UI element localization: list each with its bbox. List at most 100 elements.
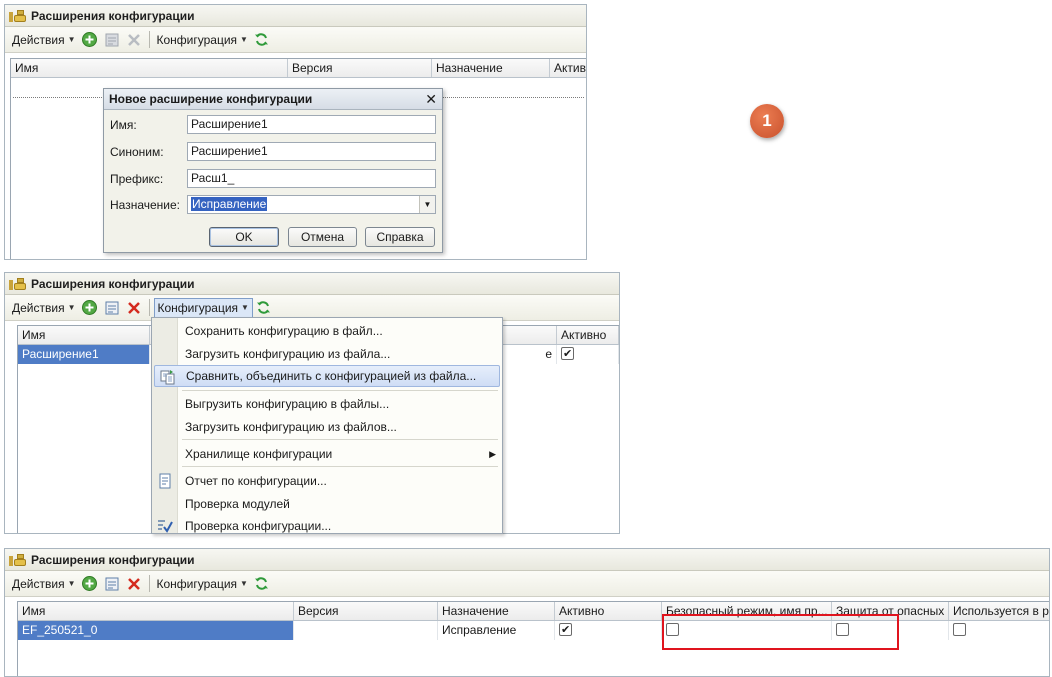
dialog-title: Новое расширение конфигурации <box>109 92 313 106</box>
edit-icon[interactable] <box>104 300 120 316</box>
menu-item-check-modules[interactable]: Проверка модулей <box>152 493 502 515</box>
add-icon[interactable] <box>82 300 98 316</box>
name-field[interactable]: Расширение1 <box>187 115 436 134</box>
ok-button[interactable]: OK <box>209 227 279 247</box>
panel-title-bar: Расширения конфигурации <box>5 273 619 295</box>
help-button[interactable]: Справка <box>365 227 435 247</box>
row-active-cell[interactable] <box>555 621 662 640</box>
active-checkbox[interactable] <box>559 621 572 640</box>
synonym-row: Синоним: Расширение1 <box>110 142 436 161</box>
configuration-menu-button[interactable]: Конфигурация ▼ <box>154 574 251 594</box>
configuration-menu: Сохранить конфигурацию в файл... Загрузи… <box>151 317 503 534</box>
add-icon[interactable] <box>82 32 98 48</box>
grid-header: Имя Версия Назначение Активно <box>11 59 586 78</box>
report-icon <box>157 473 173 489</box>
column-name-header[interactable]: Имя <box>18 602 294 620</box>
row-name-cell[interactable]: Расширение1 <box>18 345 150 364</box>
menu-item-config-repository[interactable]: Хранилище конфигурации ▶ <box>152 443 502 465</box>
active-checkbox[interactable] <box>561 345 574 364</box>
toolbar: Действия ▼ Конфигурация ▼ <box>5 571 1049 597</box>
toolbar-separator <box>148 31 150 48</box>
prefix-row: Префикс: Расш1_ <box>110 169 436 188</box>
panel-title: Расширения конфигурации <box>31 8 195 23</box>
column-used-in-header[interactable]: Используется в р <box>949 602 1049 620</box>
close-icon[interactable]: ✕ <box>425 91 437 108</box>
extensions-panel-3: Расширения конфигурации Действия ▼ Конфиг… <box>4 548 1050 677</box>
add-icon[interactable] <box>82 576 98 592</box>
column-active-header[interactable]: Активно <box>557 326 619 344</box>
toolbar: Действия ▼ Конфигурация ▼ <box>5 27 586 53</box>
delete-icon[interactable] <box>126 32 142 48</box>
panel-title-bar: Расширения конфигурации <box>5 5 586 27</box>
column-active-header[interactable]: Активно <box>550 59 586 77</box>
name-label: Имя: <box>110 117 137 132</box>
menu-item-config-report[interactable]: Отчет по конфигурации... <box>152 470 502 492</box>
toolbar-separator <box>148 575 150 592</box>
edit-icon[interactable] <box>104 576 120 592</box>
used-in-checkbox[interactable] <box>953 623 966 636</box>
purpose-label: Назначение: <box>110 197 181 212</box>
extensions-icon <box>9 9 27 23</box>
row-name-cell[interactable]: EF_250521_0 <box>18 621 294 640</box>
refresh-icon[interactable] <box>256 300 272 316</box>
dropdown-arrow-icon: ▼ <box>67 579 76 588</box>
menu-item-save-config[interactable]: Сохранить конфигурацию в файл... <box>152 320 502 342</box>
prefix-field[interactable]: Расш1_ <box>187 169 436 188</box>
new-extension-dialog: Новое расширение конфигурации ✕ Имя: Рас… <box>103 88 443 253</box>
purpose-row: Назначение: Исправление ▼ <box>110 195 436 214</box>
highlight-box <box>662 614 899 650</box>
check-config-icon <box>157 518 173 534</box>
extensions-icon <box>9 553 27 567</box>
dropdown-arrow-icon: ▼ <box>67 303 76 312</box>
name-row: Имя: Расширение1 <box>110 115 436 134</box>
dropdown-arrow-icon: ▼ <box>241 303 249 312</box>
row-purpose-cell[interactable]: Исправление <box>438 621 555 640</box>
prefix-label: Префикс: <box>110 171 164 186</box>
toolbar-separator <box>148 299 150 316</box>
compare-merge-icon <box>160 369 176 385</box>
delete-icon[interactable] <box>126 300 142 316</box>
panel-title: Расширения конфигурации <box>31 276 195 291</box>
row-version-cell[interactable] <box>294 621 438 640</box>
actions-menu-button[interactable]: Действия ▼ <box>9 298 79 318</box>
configuration-menu-button[interactable]: Конфигурация ▼ <box>153 297 253 318</box>
column-purpose-header[interactable]: Назначение <box>432 59 550 77</box>
actions-menu-button[interactable]: Действия ▼ <box>9 30 79 50</box>
menu-item-compare-merge[interactable]: Сравнить, объединить с конфигурацией из … <box>154 365 500 387</box>
menu-item-check-config[interactable]: Проверка конфигурации... <box>152 515 502 537</box>
row-active-cell[interactable] <box>557 345 619 364</box>
cancel-button[interactable]: Отмена <box>288 227 357 247</box>
refresh-icon[interactable] <box>254 576 270 592</box>
edit-icon[interactable] <box>104 32 120 48</box>
menu-separator <box>182 390 498 391</box>
column-version-header[interactable]: Версия <box>288 59 432 77</box>
column-name-header[interactable]: Имя <box>18 326 150 344</box>
column-name-header[interactable]: Имя <box>11 59 288 77</box>
column-purpose-header[interactable]: Назначение <box>438 602 555 620</box>
dropdown-arrow-icon: ▼ <box>240 35 248 44</box>
synonym-label: Синоним: <box>110 144 164 159</box>
panel-title: Расширения конфигурации <box>31 552 195 567</box>
menu-item-load-config[interactable]: Загрузить конфигурацию из файла... <box>152 343 502 365</box>
chevron-down-icon[interactable]: ▼ <box>419 196 435 213</box>
row-used-in-cell[interactable] <box>949 621 1049 640</box>
menu-item-load-from-files[interactable]: Загрузить конфигурацию из файлов... <box>152 416 502 438</box>
refresh-icon[interactable] <box>254 32 270 48</box>
dropdown-arrow-icon: ▼ <box>67 35 76 44</box>
dialog-title-bar: Новое расширение конфигурации ✕ <box>104 89 442 110</box>
panel-title-bar: Расширения конфигурации <box>5 549 1049 571</box>
dropdown-arrow-icon: ▼ <box>240 579 248 588</box>
menu-item-dump-to-files[interactable]: Выгрузить конфигурацию в файлы... <box>152 393 502 415</box>
menu-separator <box>182 439 498 440</box>
step-badge: 1 <box>750 104 784 138</box>
column-active-header[interactable]: Активно <box>555 602 662 620</box>
column-version-header[interactable]: Версия <box>294 602 438 620</box>
synonym-field[interactable]: Расширение1 <box>187 142 436 161</box>
actions-menu-button[interactable]: Действия ▼ <box>9 574 79 594</box>
submenu-arrow-icon: ▶ <box>489 448 496 459</box>
delete-icon[interactable] <box>126 576 142 592</box>
extensions-icon <box>9 277 27 291</box>
purpose-select[interactable]: Исправление ▼ <box>187 195 436 214</box>
menu-separator <box>182 466 498 467</box>
configuration-menu-button[interactable]: Конфигурация ▼ <box>154 30 251 50</box>
